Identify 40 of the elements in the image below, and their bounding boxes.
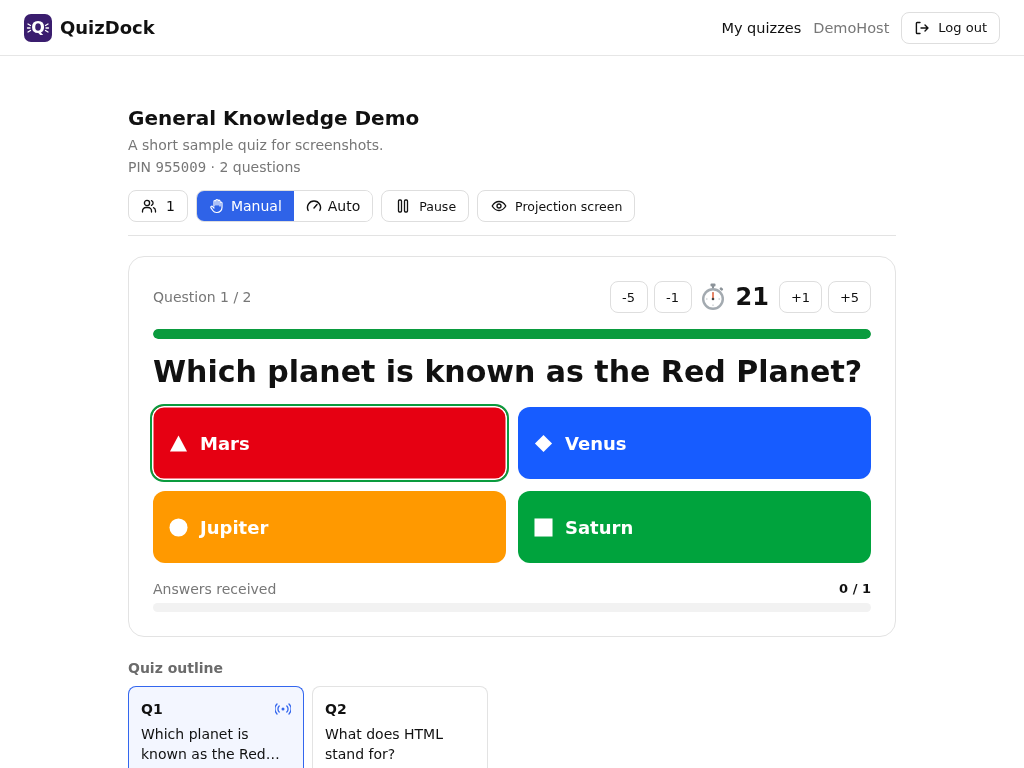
time-adjust-button[interactable]: -5 [609,281,648,313]
time-remaining: 21 [735,283,769,311]
answers-received-label: Answers received [153,580,277,599]
question-number: Q2 [325,701,347,717]
time-adjust-button[interactable]: +5 [828,281,871,313]
quiz-description: A short sample quiz for screenshots. [128,136,385,155]
quiz-title: General Knowledge Demo [128,105,421,132]
answer-button[interactable]: Mars [150,404,509,482]
users-icon [141,198,157,214]
question-text: Which planet is known as the Red Planet? [153,353,864,391]
logout-button[interactable]: Log out [901,11,1000,44]
hand-icon [208,198,225,214]
eye-icon [491,198,508,214]
question-preview: Which planet is known as the Red… [141,725,281,764]
outline-title: Quiz outline [128,659,225,678]
time-adjust-button[interactable]: +1 [779,281,822,313]
pause-button[interactable]: Pause [381,190,470,222]
square-icon [534,517,553,537]
outline-question-card[interactable]: Q1 Which planet is known as the Red… [128,686,304,768]
diamond-icon [534,433,553,453]
question-counter: Question 1 / 2 [153,289,252,305]
question-number: Q1 [141,701,163,717]
question-preview: What does HTML stand for? [325,725,444,764]
logout-icon [914,19,931,36]
circle-icon [169,517,188,537]
participants-button[interactable]: 1 [128,190,188,222]
my-quizzes-link[interactable]: My quizzes [721,19,802,36]
quiz-meta: PIN 955009 · 2 questions [128,158,302,177]
brand-name: QuizDock [60,17,155,38]
answer-button[interactable]: Venus [518,407,871,479]
gauge-icon [305,198,322,214]
logo-icon: Q [24,13,52,42]
projection-screen-button[interactable]: Projection screen [477,190,636,222]
answers-received-count: 0 / 1 [839,580,871,598]
triangle-icon [169,433,188,453]
stopwatch-icon [699,283,726,311]
user-name: DemoHost [813,19,890,36]
mode-tab[interactable]: Manual [196,191,294,221]
outline-question-card[interactable]: Q2 What does HTML stand for? [312,686,488,768]
time-adjust-button[interactable]: -1 [653,281,692,313]
